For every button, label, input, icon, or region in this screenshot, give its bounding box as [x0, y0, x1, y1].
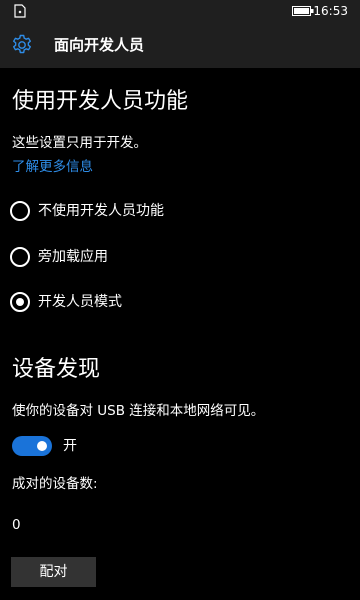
- radio-button-selected[interactable]: [10, 292, 30, 312]
- pair-button[interactable]: 配对: [11, 557, 96, 587]
- radio-option-off[interactable]: 不使用开发人员功能: [10, 199, 164, 223]
- toggle-state-label: 开: [63, 438, 77, 454]
- learn-more-link[interactable]: 了解更多信息: [12, 157, 93, 177]
- toggle-knob: [37, 441, 47, 451]
- radio-button[interactable]: [10, 201, 30, 221]
- radio-label: 旁加载应用: [38, 249, 108, 265]
- paired-devices-count: 0: [12, 517, 21, 533]
- battery-icon: [292, 6, 314, 16]
- device-discovery-toggle[interactable]: [12, 436, 52, 456]
- paired-devices-label: 成对的设备数:: [12, 476, 98, 492]
- title-bar: 面向开发人员: [0, 22, 360, 68]
- status-bar: 16:53: [0, 0, 360, 22]
- gear-icon: [13, 34, 31, 54]
- device-discovery-description: 使你的设备对 USB 连接和本地网络可见。: [12, 403, 265, 419]
- radio-label: 开发人员模式: [38, 294, 122, 310]
- device-discovery-toggle-row: 开: [12, 434, 77, 458]
- sim-card-icon: [14, 4, 26, 18]
- page-title: 面向开发人员: [54, 36, 145, 54]
- developer-features-heading: 使用开发人员功能: [12, 89, 189, 114]
- radio-option-sideload[interactable]: 旁加载应用: [10, 245, 108, 269]
- radio-label: 不使用开发人员功能: [38, 203, 164, 219]
- device-discovery-heading: 设备发现: [12, 357, 101, 382]
- developer-features-description: 这些设置只用于开发。: [12, 135, 147, 151]
- radio-button[interactable]: [10, 247, 30, 267]
- radio-option-developer-mode[interactable]: 开发人员模式: [10, 290, 122, 314]
- clock: 16:53: [313, 4, 348, 18]
